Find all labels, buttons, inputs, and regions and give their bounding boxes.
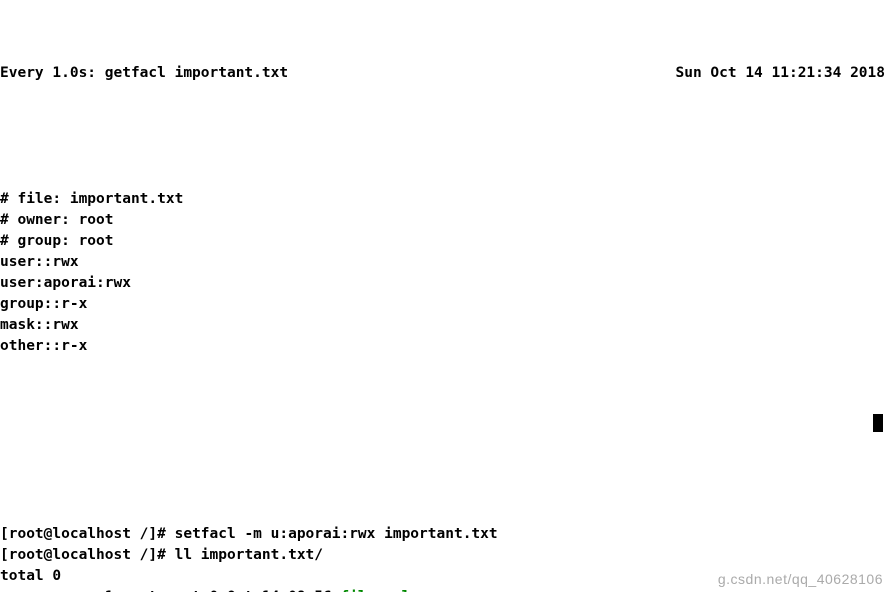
shell-command: ll important.txt/ [175, 547, 323, 563]
watch-command: Every 1.0s: getfacl important.txt [0, 63, 288, 84]
acl-line: mask::rwx [0, 317, 79, 333]
watch-output: # file: important.txt # owner: root # gr… [0, 168, 887, 378]
scroll-indicator [873, 414, 883, 432]
watch-header: Every 1.0s: getfacl important.txt Sun Oc… [0, 63, 887, 84]
acl-line: user:aporai:rwx [0, 275, 131, 291]
watch-timestamp: Sun Oct 14 11:21:34 2018 [675, 63, 887, 84]
acl-line: other::r-x [0, 338, 87, 354]
acl-line: # group: root [0, 233, 114, 249]
acl-line: # owner: root [0, 212, 114, 228]
watermark: g.csdn.net/qq_40628106 [718, 569, 883, 590]
acl-line: user::rwx [0, 254, 79, 270]
shell-prompt: [root@localhost /]# [0, 547, 175, 563]
shell-command: setfacl -m u:aporai:rwx important.txt [175, 526, 498, 542]
acl-line: # file: important.txt [0, 191, 183, 207]
acl-line: group::r-x [0, 296, 87, 312]
shell-prompt: [root@localhost /]# [0, 526, 175, 542]
shell-output: total 0 [0, 568, 61, 584]
terminal-window[interactable]: Every 1.0s: getfacl important.txt Sun Oc… [0, 0, 887, 592]
